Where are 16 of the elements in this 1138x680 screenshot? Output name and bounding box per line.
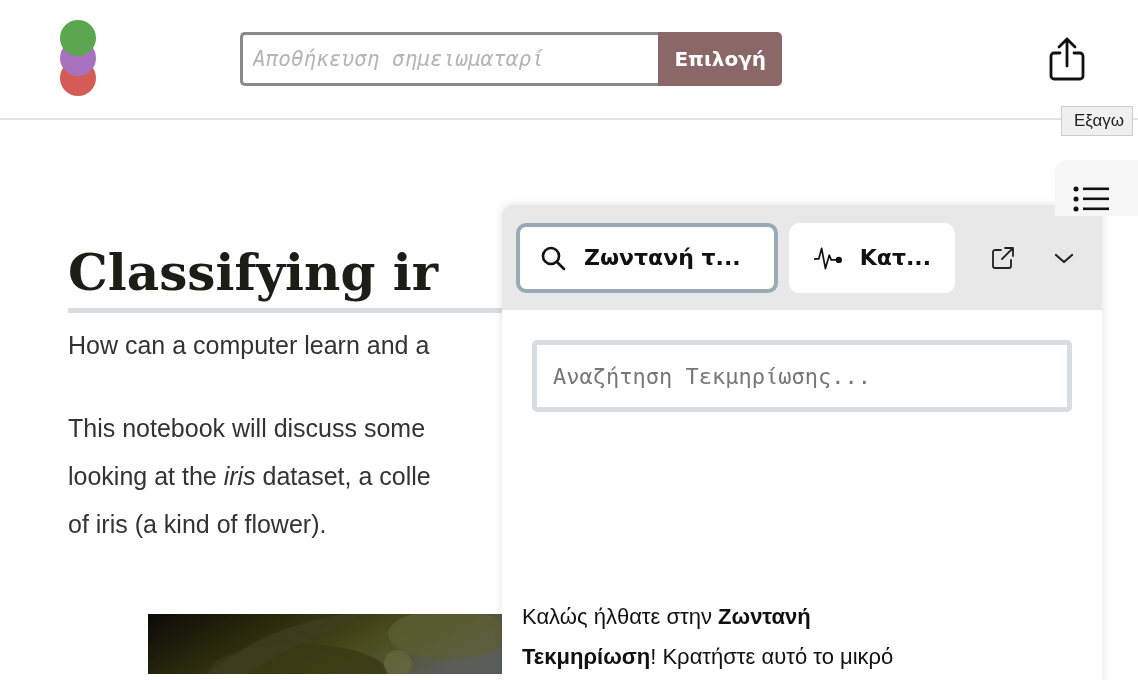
choose-button[interactable]: Επιλογή bbox=[658, 32, 782, 86]
external-link-icon bbox=[990, 244, 1016, 271]
tooltip: Εξαγω bbox=[1061, 106, 1134, 136]
table-of-contents-button[interactable] bbox=[1055, 160, 1138, 216]
share-icon[interactable] bbox=[1048, 36, 1086, 82]
list-icon bbox=[1073, 186, 1111, 212]
subtitle: How can a computer learn and a bbox=[68, 331, 431, 360]
panel-tab[interactable]: Κατ... bbox=[789, 222, 955, 293]
panel-tab[interactable]: Ζωντανή τ... bbox=[516, 222, 778, 293]
popout-button[interactable] bbox=[990, 244, 1016, 271]
notebook-title: Classifying ir bbox=[68, 242, 439, 304]
docs-search-field[interactable]: Αναζήτηση Τεκμηρίωσης... bbox=[532, 340, 1072, 412]
search-icon bbox=[540, 244, 566, 271]
welcome-text: Καλώς ήλθατε στην Ζωντανή Τεκμηρίωση! Κρατήστε αυτό το μικρό bbox=[522, 603, 895, 671]
paragraph: This notebook will discuss some looking at the iris dataset, a colle of iris (a kind of flower). bbox=[68, 413, 432, 540]
logo-icon[interactable] bbox=[58, 19, 98, 99]
